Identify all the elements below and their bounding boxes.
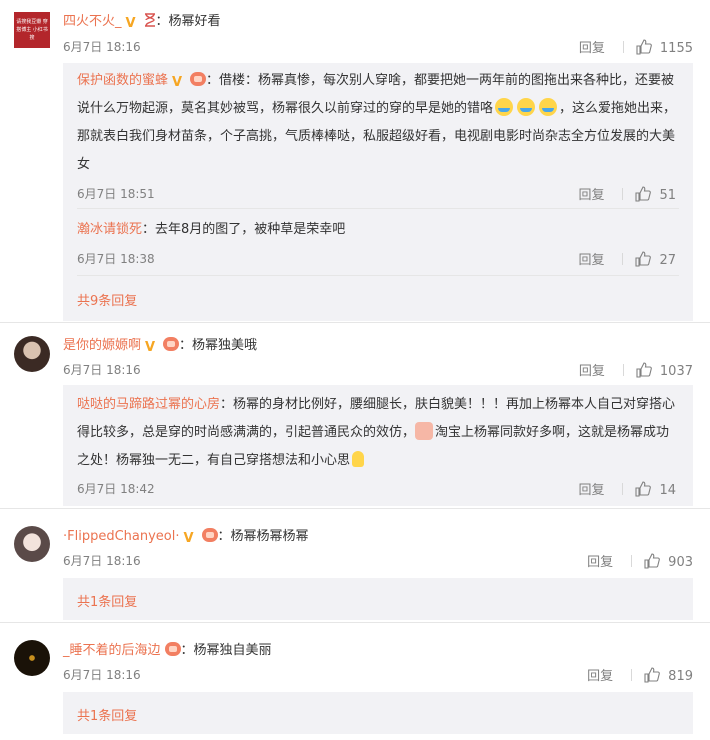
reply-text: ：去年8月的图了，被种草是荣幸吧	[142, 222, 346, 237]
reply-text-1: 哒哒的马蹄路过幂的心房：杨幂的身材比例好，腰细腿长，肤白貌美！！！再加上杨幂本人…	[77, 391, 677, 475]
reply-button[interactable]: 回复	[578, 184, 604, 203]
lightbulb-icon	[352, 451, 365, 467]
divider	[77, 208, 679, 209]
comment-divider	[0, 322, 710, 323]
comment-time: 6月7日 18:16	[63, 668, 141, 682]
like-count: 903	[668, 555, 693, 570]
comment-header: 是你的嫄嫄啊 V ：杨幂独美哦	[63, 334, 257, 355]
reply-button[interactable]: 回复	[587, 551, 613, 570]
username[interactable]: 四火不火_	[63, 14, 122, 29]
divider	[622, 483, 624, 495]
reply-username[interactable]: 哒哒的马蹄路过幂的心房	[77, 397, 220, 412]
comment-header: 四火不火_ V ：杨幂好看	[63, 10, 221, 31]
reply-button[interactable]: 回复	[578, 249, 604, 268]
smile-emoji-icon	[517, 98, 536, 116]
comment-time: 6月7日 18:16	[63, 554, 141, 568]
divider	[631, 555, 633, 567]
comment-header: ·FlippedChanyeol· V ：杨幂杨幂杨幂	[63, 525, 309, 546]
member-crown-icon	[201, 528, 218, 542]
comment-time: 6月7日 18:16	[63, 363, 141, 377]
vip-icon: V	[125, 16, 136, 31]
like-count: 1037	[659, 364, 693, 379]
comment-actions: 回复 819	[587, 665, 693, 684]
reply-username[interactable]: 瀚冰请锁死	[77, 222, 142, 237]
smile-emoji-icon	[539, 98, 558, 116]
reply-button[interactable]: 回复	[579, 37, 605, 56]
comment-actions: 回复 1155	[579, 37, 693, 56]
comment-text: ：杨幂独自美丽	[180, 643, 272, 658]
reply-time: 6月7日 18:38	[77, 252, 155, 266]
smile-emoji-icon	[495, 98, 514, 116]
comment-divider	[0, 622, 710, 623]
more-replies-link[interactable]: 共1条回复	[77, 591, 137, 610]
member-crown-icon	[164, 642, 181, 656]
like-icon[interactable]	[644, 553, 661, 569]
comment-text: ：杨幂好看	[155, 14, 221, 29]
username[interactable]: 是你的嫄嫄啊	[63, 338, 141, 353]
username[interactable]: ·FlippedChanyeol·	[63, 529, 180, 544]
like-icon[interactable]	[644, 667, 661, 683]
gift-emoji-icon	[415, 422, 434, 440]
more-replies-link[interactable]: 共1条回复	[77, 705, 137, 724]
reply-username[interactable]: 保护函数的蜜蜂	[77, 73, 168, 88]
vip-icon: V	[183, 531, 194, 546]
divider	[622, 188, 624, 200]
avatar-text: 请搜我豆瓣 穿搭博主 小红书搜	[16, 19, 48, 41]
comment-actions: 回复 1037	[579, 360, 693, 379]
reply-button[interactable]: 回复	[579, 360, 605, 379]
avatar[interactable]	[14, 336, 50, 372]
comment-text: ：杨幂杨幂杨幂	[217, 529, 309, 544]
reply-text-1: 保护函数的蜜蜂 V ：借楼：杨幂真惨，每次别人穿啥，都要把她一两年前的图拖出来各种比…	[77, 67, 677, 179]
member-crown-icon	[190, 72, 207, 86]
replies-box: 共1条回复	[63, 692, 693, 734]
reply-text-2: 瀚冰请锁死：去年8月的图了，被种草是荣幸吧	[77, 216, 677, 244]
like-icon[interactable]	[635, 481, 652, 497]
divider	[77, 275, 679, 276]
like-count: 1155	[659, 41, 693, 56]
like-count: 51	[659, 188, 676, 203]
divider	[622, 364, 624, 376]
reply-time: 6月7日 18:51	[77, 187, 155, 201]
reply-actions: 回复 27	[578, 249, 676, 268]
avatar[interactable]: 请搜我豆瓣 穿搭博主 小红书搜	[14, 12, 50, 48]
like-count: 27	[659, 253, 676, 268]
comment-actions: 回复 903	[587, 551, 693, 570]
reply-actions: 回复 51	[578, 184, 676, 203]
avatar[interactable]	[14, 526, 50, 562]
hourglass-icon	[144, 13, 156, 27]
comment-time: 6月7日 18:16	[63, 40, 141, 54]
like-icon[interactable]	[635, 186, 652, 202]
comment-divider	[0, 508, 710, 509]
like-icon[interactable]	[636, 362, 652, 378]
vip-icon: V	[172, 75, 183, 90]
replies-box: 共1条回复	[63, 578, 693, 620]
more-replies-link[interactable]: 共9条回复	[77, 290, 137, 309]
member-crown-icon	[163, 337, 180, 351]
like-icon[interactable]	[636, 39, 652, 55]
like-icon[interactable]	[635, 251, 652, 267]
reply-button[interactable]: 回复	[587, 665, 613, 684]
reply-button[interactable]: 回复	[578, 479, 604, 498]
reply-actions: 回复 14	[578, 479, 676, 498]
divider	[622, 253, 624, 265]
username[interactable]: _睡不着的后海边	[63, 643, 161, 658]
replies-box: 哒哒的马蹄路过幂的心房：杨幂的身材比例好，腰细腿长，肤白貌美！！！再加上杨幂本人…	[63, 385, 693, 506]
like-count: 14	[659, 483, 676, 498]
avatar[interactable]	[14, 640, 50, 676]
like-count: 819	[668, 669, 693, 684]
reply-time: 6月7日 18:42	[77, 482, 155, 496]
replies-box: 保护函数的蜜蜂 V ：借楼：杨幂真惨，每次别人穿啥，都要把她一两年前的图拖出来各种比…	[63, 63, 693, 321]
comment-header: _睡不着的后海边 ：杨幂独自美丽	[63, 639, 272, 658]
vip-icon: V	[145, 340, 156, 355]
divider	[631, 669, 633, 681]
divider	[622, 41, 624, 53]
comment-text: ：杨幂独美哦	[179, 338, 258, 353]
